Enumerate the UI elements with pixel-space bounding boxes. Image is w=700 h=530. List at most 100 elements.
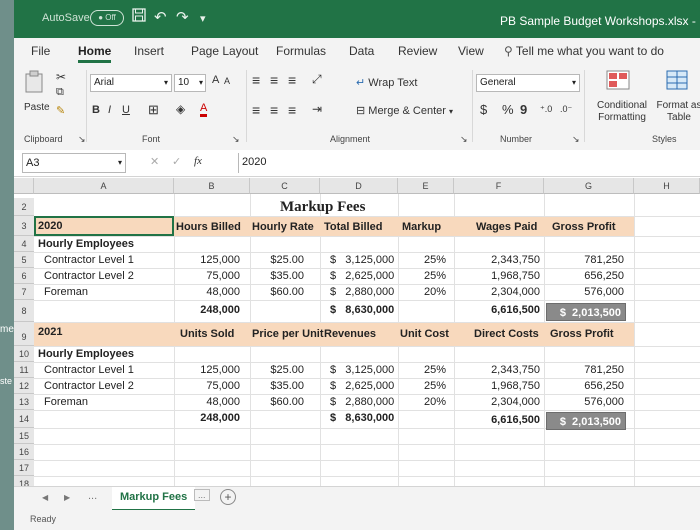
total-billed-cell[interactable]: $ 8,630,000 [330, 304, 394, 316]
employee-name[interactable]: Contractor Level 2 [44, 270, 134, 282]
borders-icon[interactable]: ⊞ [148, 102, 159, 118]
tab-view[interactable]: View [458, 44, 484, 58]
paste-icon[interactable] [24, 70, 46, 99]
bold-button[interactable]: B [92, 104, 100, 116]
units-cell[interactable]: 75,000 [174, 380, 240, 392]
conditional-formatting-button[interactable]: Conditional Formatting [592, 100, 652, 124]
number-format-select[interactable]: General ▾ [476, 74, 580, 92]
tab-review[interactable]: Review [398, 44, 437, 58]
paste-button[interactable]: Paste [24, 102, 50, 113]
total-wages-cell[interactable]: 6,616,500 [454, 304, 540, 316]
revenue-cell[interactable]: $ 2,880,000 [330, 396, 394, 408]
column-header-b[interactable]: B [174, 178, 250, 194]
total-hours-cell[interactable]: 248,000 [174, 304, 240, 316]
scroll-sheets-right-icon[interactable]: ▶ [64, 493, 70, 502]
unit-cost-cell[interactable]: 25% [398, 380, 446, 392]
column-header-f[interactable]: F [454, 178, 544, 194]
direct-cost-cell[interactable]: 2,304,000 [454, 396, 540, 408]
tab-formulas[interactable]: Formulas [276, 44, 326, 58]
undo-icon[interactable]: ↶ [154, 8, 167, 26]
row-header[interactable]: 15 [14, 428, 34, 444]
header-gross-profit[interactable]: Gross Profit [552, 221, 616, 233]
price-cell[interactable]: $60.00 [250, 396, 304, 408]
column-header-c[interactable]: C [250, 178, 320, 194]
add-sheet-button[interactable]: + [220, 489, 236, 505]
wages-cell[interactable]: 2,304,000 [454, 286, 540, 298]
currency-button[interactable]: $ [480, 102, 487, 117]
enter-icon[interactable]: ✓ [172, 155, 181, 168]
unit-cost-cell[interactable]: 20% [398, 396, 446, 408]
group-label[interactable]: Hourly Employees [38, 238, 134, 250]
customize-icon[interactable]: ▾ [200, 12, 206, 25]
row-header[interactable]: 6 [14, 268, 34, 284]
row-header[interactable]: 8 [14, 300, 34, 322]
row-header[interactable]: 11 [14, 362, 34, 378]
format-as-table-button[interactable]: Format as Table [656, 100, 700, 124]
orientation-icon[interactable]: ⤢ [312, 72, 322, 87]
shrink-font-button[interactable]: A [224, 76, 230, 86]
header-units-sold[interactable]: Units Sold [180, 328, 234, 340]
column-header-e[interactable]: E [398, 178, 454, 194]
column-header-d[interactable]: D [320, 178, 398, 194]
row-header[interactable]: 10 [14, 346, 34, 362]
total-cell[interactable]: $ 3,125,000 [330, 254, 394, 266]
wages-cell[interactable]: 1,968,750 [454, 270, 540, 282]
tab-page-layout[interactable]: Page Layout [191, 44, 258, 58]
row-header[interactable]: 2 [14, 198, 34, 216]
units-cell[interactable]: 125,000 [174, 364, 240, 376]
row-header[interactable]: 13 [14, 394, 34, 410]
hours-cell[interactable]: 125,000 [174, 254, 240, 266]
gross-cell[interactable]: 781,250 [544, 364, 624, 376]
header-direct-costs[interactable]: Direct Costs [474, 328, 539, 340]
header-unit-cost[interactable]: Unit Cost [400, 328, 449, 340]
row-header[interactable]: 7 [14, 284, 34, 300]
dialog-launcher-icon[interactable]: ↘ [572, 134, 580, 145]
total-units-cell[interactable]: 248,000 [174, 412, 240, 424]
tab-insert[interactable]: Insert [134, 44, 164, 58]
cut-icon[interactable]: ✂ [56, 70, 66, 84]
header-hourly-rate[interactable]: Hourly Rate [252, 221, 314, 233]
direct-cost-cell[interactable]: 2,343,750 [454, 364, 540, 376]
row-header[interactable]: 5 [14, 252, 34, 268]
price-cell[interactable]: $35.00 [250, 380, 304, 392]
dialog-launcher-icon[interactable]: ↘ [78, 134, 86, 145]
more-sheets-left[interactable]: ... [88, 490, 97, 502]
year-2020-cell[interactable]: 2020 [38, 220, 62, 232]
percent-button[interactable]: % [502, 102, 514, 117]
grow-font-button[interactable]: A [212, 74, 219, 86]
row-header[interactable]: 16 [14, 444, 34, 460]
employee-name[interactable]: Foreman [44, 286, 88, 298]
units-cell[interactable]: 48,000 [174, 396, 240, 408]
save-icon[interactable] [132, 8, 146, 26]
header-hours-billed[interactable]: Hours Billed [176, 221, 241, 233]
bottom-align-icon[interactable]: ≡ [288, 72, 296, 88]
total-cell[interactable]: $ 2,880,000 [330, 286, 394, 298]
direct-cost-cell[interactable]: 1,968,750 [454, 380, 540, 392]
dialog-launcher-icon[interactable]: ↘ [460, 134, 468, 145]
row-header[interactable]: 14 [14, 410, 34, 428]
revenue-cell[interactable]: $ 3,125,000 [330, 364, 394, 376]
header-wages-paid[interactable]: Wages Paid [476, 221, 537, 233]
group-label[interactable]: Hourly Employees [38, 348, 134, 360]
gross-cell[interactable]: 656,250 [544, 270, 624, 282]
conditional-formatting-icon[interactable] [606, 70, 630, 95]
year-2021-cell[interactable]: 2021 [38, 326, 62, 338]
format-as-table-icon[interactable] [666, 70, 688, 95]
font-size-select[interactable]: 10 ▾ [174, 74, 206, 92]
hours-cell[interactable]: 75,000 [174, 270, 240, 282]
employee-name[interactable]: Contractor Level 1 [44, 364, 134, 376]
column-header-h[interactable]: H [634, 178, 700, 194]
wrap-text-button[interactable]: ↵ Wrap Text [356, 76, 417, 89]
price-cell[interactable]: $25.00 [250, 364, 304, 376]
increase-decimal-icon[interactable]: ⁺.0 [540, 104, 552, 115]
insert-function-button[interactable]: fx [194, 155, 202, 167]
copy-icon[interactable]: ⧉ [56, 86, 64, 99]
indent-icon[interactable]: ⇥ [312, 102, 322, 116]
middle-align-icon[interactable]: ≡ [270, 72, 278, 88]
markup-cell[interactable]: 25% [398, 270, 446, 282]
top-align-icon[interactable]: ≡ [252, 72, 260, 88]
format-painter-icon[interactable]: ✎ [56, 104, 65, 117]
wages-cell[interactable]: 2,343,750 [454, 254, 540, 266]
total-direct-costs-cell[interactable]: 6,616,500 [454, 414, 540, 426]
total-cell[interactable]: $ 2,625,000 [330, 270, 394, 282]
